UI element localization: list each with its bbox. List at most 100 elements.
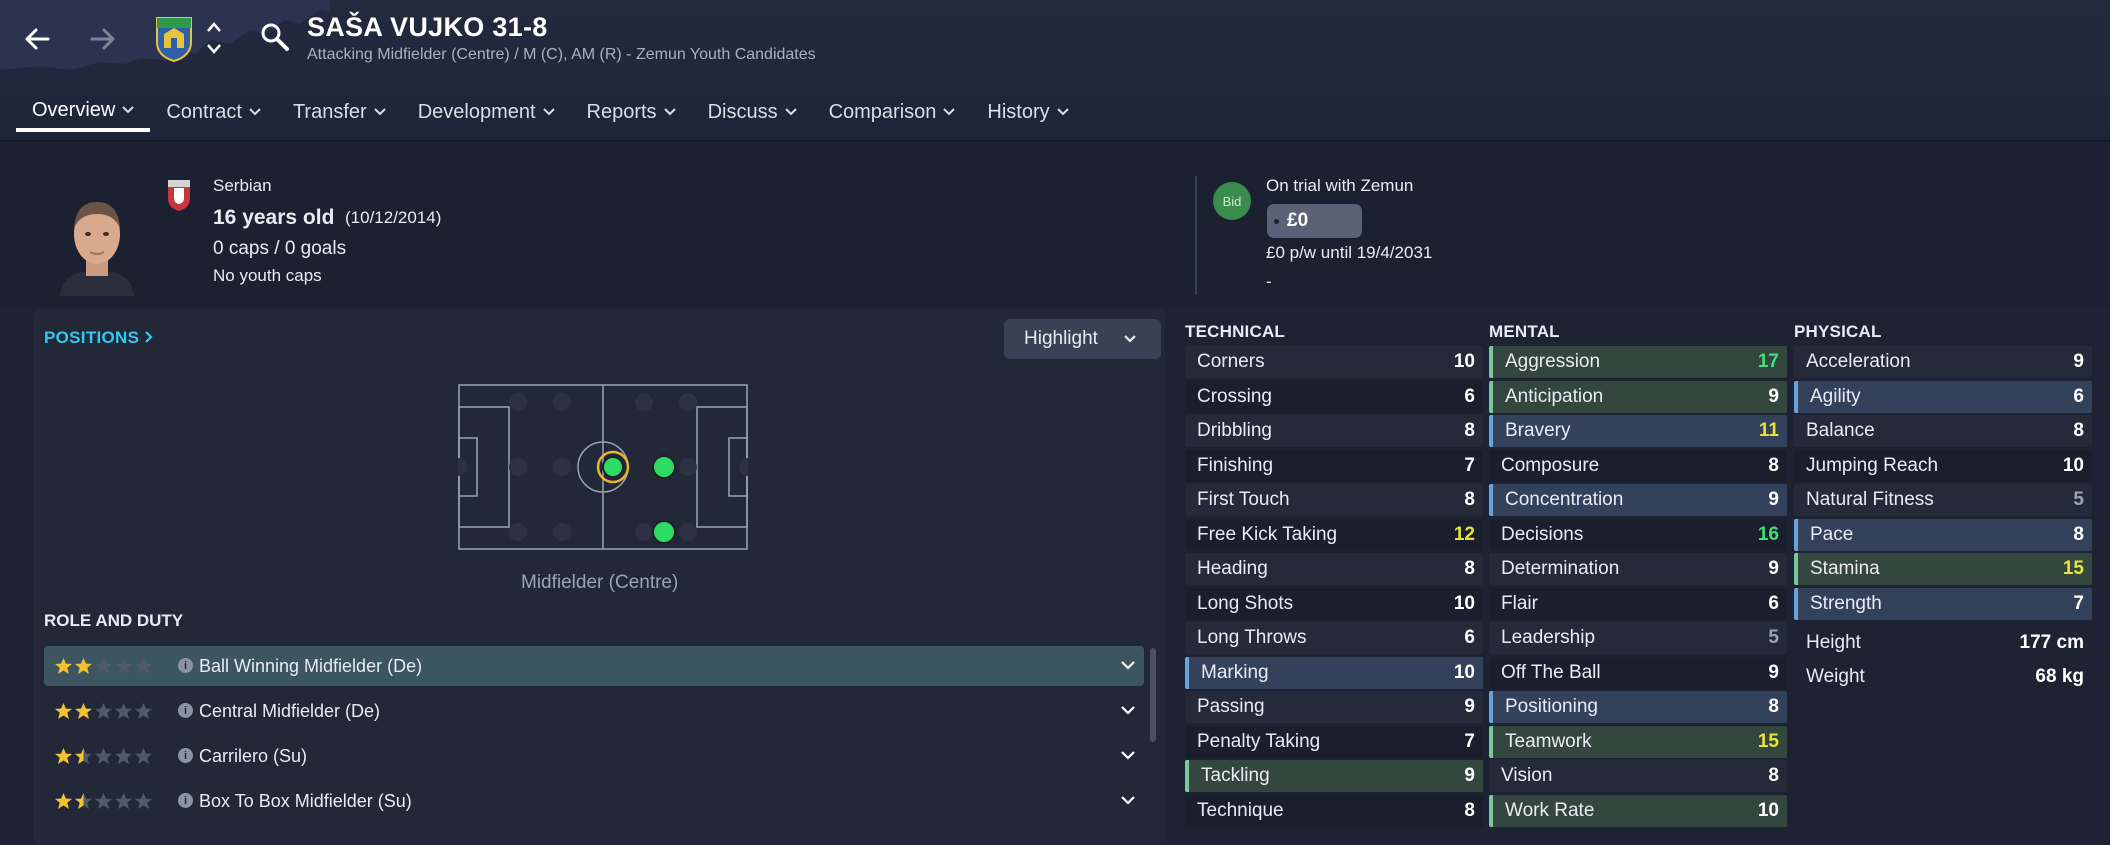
attribute-row[interactable]: Jumping Reach 10 xyxy=(1794,449,2092,482)
attribute-row[interactable]: Flair 6 xyxy=(1489,587,1787,620)
attribute-row[interactable]: Off The Ball 9 xyxy=(1489,656,1787,689)
weight-row: Weight 68 kg xyxy=(1794,660,2092,694)
role-row[interactable]: i Carrilero (Su) xyxy=(44,736,1144,776)
attribute-name: Passing xyxy=(1197,696,1265,717)
chevron-down-icon[interactable] xyxy=(1120,702,1136,718)
highlight-dropdown[interactable]: Highlight xyxy=(1004,319,1161,359)
chevron-down-icon[interactable] xyxy=(1120,747,1136,763)
attribute-row[interactable]: Strength 7 xyxy=(1794,587,2092,620)
club-badge[interactable] xyxy=(154,14,194,63)
trial-status: On trial with Zemun xyxy=(1266,176,1414,195)
attribute-row[interactable]: Crossing 6 xyxy=(1185,380,1483,413)
back-button[interactable] xyxy=(16,18,58,60)
chevron-down-icon xyxy=(207,44,221,54)
info-icon[interactable]: i xyxy=(178,703,193,718)
role-row[interactable]: i Central Midfielder (De) xyxy=(44,691,1144,731)
attribute-row[interactable]: Long Throws 6 xyxy=(1185,622,1483,654)
attribute-row[interactable]: Marking 10 xyxy=(1185,656,1483,689)
tab-development[interactable]: Development xyxy=(402,92,571,132)
height-label: Height xyxy=(1806,631,1861,653)
attribute-row[interactable]: First Touch 8 xyxy=(1185,484,1483,516)
tab-history[interactable]: History xyxy=(971,92,1084,132)
attribute-row[interactable]: Bravery 11 xyxy=(1489,415,1787,447)
positions-link[interactable]: POSITIONS xyxy=(44,328,153,348)
attribute-row[interactable]: Natural Fitness 5 xyxy=(1794,484,2092,516)
role-list-scrollbar[interactable] xyxy=(1150,648,1156,742)
attribute-row[interactable]: Stamina 15 xyxy=(1794,553,2092,585)
attribute-row[interactable]: Passing 9 xyxy=(1185,691,1483,723)
attribute-row[interactable]: Aggression 17 xyxy=(1489,346,1787,378)
attribute-row[interactable]: Corners 10 xyxy=(1185,346,1483,378)
position-dot-amc xyxy=(652,455,676,479)
attribute-row[interactable]: Composure 8 xyxy=(1489,449,1787,482)
attribute-row[interactable]: Agility 6 xyxy=(1794,380,2092,413)
tab-reports[interactable]: Reports xyxy=(571,92,692,132)
attribute-row[interactable]: Positioning 8 xyxy=(1489,691,1787,723)
positions-link-label: POSITIONS xyxy=(44,328,140,347)
attribute-row[interactable]: Teamwork 15 xyxy=(1489,725,1787,758)
attribute-row[interactable]: Heading 8 xyxy=(1185,553,1483,585)
attribute-row[interactable]: Anticipation 9 xyxy=(1489,380,1787,413)
attribute-row[interactable]: Acceleration 9 xyxy=(1794,346,2092,378)
attribute-name: First Touch xyxy=(1197,489,1290,510)
tab-overview[interactable]: Overview xyxy=(16,92,151,132)
tab-comparison[interactable]: Comparison xyxy=(813,92,972,132)
attribute-row[interactable]: Determination 9 xyxy=(1489,553,1787,585)
info-icon[interactable]: i xyxy=(178,748,193,763)
role-row[interactable]: i Ball Winning Midfielder (De) xyxy=(44,646,1144,686)
chevron-down-icon xyxy=(784,108,797,116)
attribute-row[interactable]: Finishing 7 xyxy=(1185,449,1483,482)
attribute-row[interactable]: Pace 8 xyxy=(1794,518,2092,551)
chevron-right-icon xyxy=(145,331,153,343)
player-switch-down[interactable] xyxy=(206,42,222,60)
attribute-name: Jumping Reach xyxy=(1806,454,1939,476)
attribute-row[interactable]: Free Kick Taking 12 xyxy=(1185,518,1483,551)
chevron-down-icon xyxy=(663,108,676,116)
tab-discuss[interactable]: Discuss xyxy=(692,92,813,132)
caps-goals: 0 caps / 0 goals xyxy=(213,238,347,259)
attribute-row[interactable]: Vision 8 xyxy=(1489,760,1787,792)
attribute-value: 7 xyxy=(2073,592,2084,614)
player-subtitle: Attacking Midfielder (Centre) / M (C), A… xyxy=(307,46,816,63)
attribute-row[interactable]: Long Shots 10 xyxy=(1185,587,1483,620)
attribute-row[interactable]: Leadership 5 xyxy=(1489,622,1787,654)
attribute-name: Off The Ball xyxy=(1501,661,1601,683)
star-empty-icon xyxy=(134,792,153,810)
chevron-down-icon[interactable] xyxy=(1120,792,1136,808)
attribute-row[interactable]: Balance 8 xyxy=(1794,415,2092,447)
star-full-icon xyxy=(74,657,93,675)
transfer-fee: £0 xyxy=(1287,210,1309,231)
tab-label: Comparison xyxy=(828,100,937,123)
tab-label: Contract xyxy=(166,100,242,123)
star-empty-icon xyxy=(94,747,113,765)
player-switch-up[interactable] xyxy=(206,20,222,38)
tab-transfer[interactable]: Transfer xyxy=(277,92,402,132)
role-row[interactable]: i Box To Box Midfielder (Su) xyxy=(44,781,1144,821)
wage: £0 p/w until 19/4/2031 xyxy=(1266,243,1433,262)
attribute-row[interactable]: Concentration 9 xyxy=(1489,484,1787,516)
attribute-row[interactable]: Decisions 16 xyxy=(1489,518,1787,551)
attribute-name: Vision xyxy=(1501,765,1553,786)
attribute-row[interactable]: Tackling 9 xyxy=(1185,760,1483,792)
attribute-row[interactable]: Dribbling 8 xyxy=(1185,415,1483,447)
info-icon[interactable]: i xyxy=(178,793,193,808)
nationality-flag[interactable] xyxy=(166,178,192,212)
attribute-value: 8 xyxy=(1464,489,1475,510)
transfer-fee-badge[interactable]: £0 xyxy=(1267,204,1362,238)
tab-contract[interactable]: Contract xyxy=(150,92,277,132)
chevron-down-icon[interactable] xyxy=(1120,657,1136,673)
attribute-row[interactable]: Penalty Taking 7 xyxy=(1185,725,1483,758)
chevron-down-icon xyxy=(249,108,261,116)
chevron-down-icon xyxy=(943,108,956,116)
attribute-row[interactable]: Technique 8 xyxy=(1185,794,1483,827)
info-icon[interactable]: i xyxy=(178,658,193,673)
forward-button[interactable] xyxy=(82,18,124,60)
attribute-value: 15 xyxy=(2062,558,2084,579)
star-half-icon xyxy=(74,747,93,765)
bid-button[interactable]: Bid xyxy=(1213,182,1251,220)
attribute-value: 8 xyxy=(1768,696,1779,717)
attribute-row[interactable]: Work Rate 10 xyxy=(1489,794,1787,827)
attribute-value: 8 xyxy=(1768,454,1779,476)
attribute-name: Composure xyxy=(1501,454,1600,476)
search-button[interactable] xyxy=(260,22,290,57)
